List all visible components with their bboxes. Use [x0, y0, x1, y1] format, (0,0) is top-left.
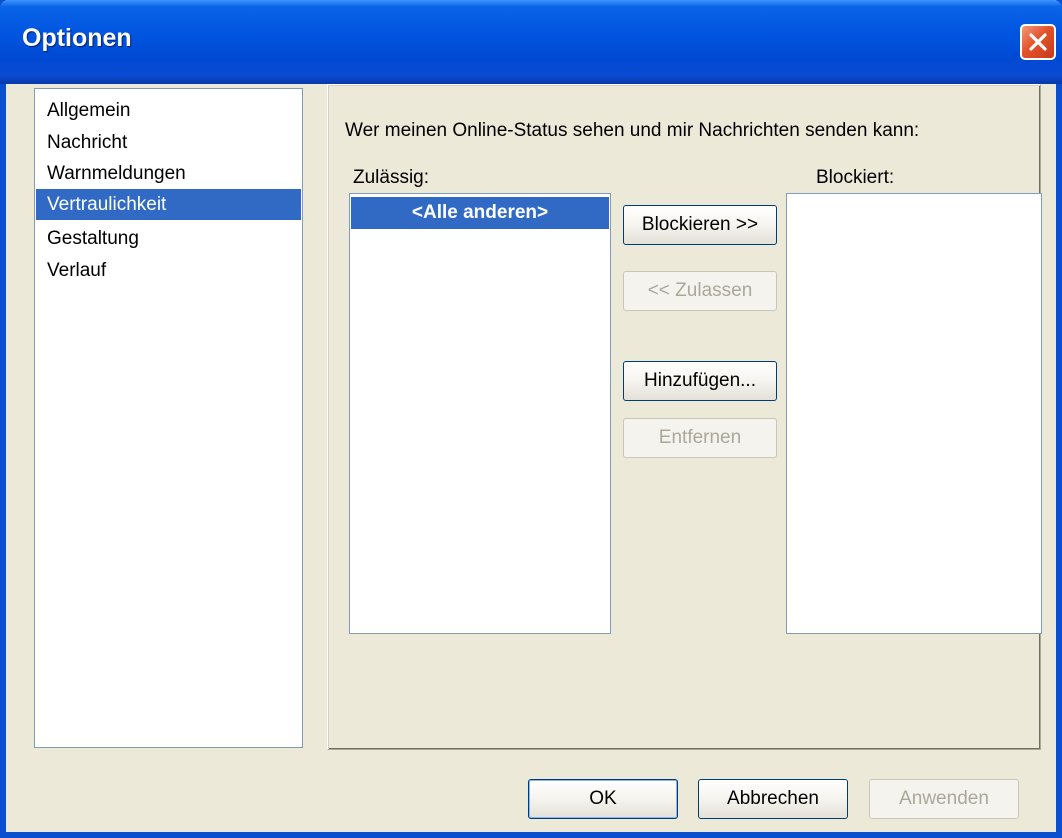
allowed-list-item-all-others[interactable]: <Alle anderen> — [351, 197, 609, 229]
cancel-button[interactable]: Abbrechen — [698, 779, 848, 819]
blocked-label: Blockiert: — [816, 167, 895, 188]
category-list[interactable]: Allgemein Nachricht Warnmeldungen Vertra… — [34, 88, 303, 748]
window-title: Optionen — [22, 24, 132, 52]
nav-item-gestaltung[interactable]: Gestaltung — [36, 223, 301, 254]
allow-button[interactable]: << Zulassen — [623, 271, 777, 311]
allowed-list[interactable]: <Alle anderen> — [349, 193, 611, 634]
add-button[interactable]: Hinzufügen... — [623, 361, 777, 401]
remove-button[interactable]: Entfernen — [623, 418, 777, 458]
close-icon — [1029, 33, 1047, 51]
block-button[interactable]: Blockieren >> — [623, 205, 777, 245]
allowed-label: Zulässig: — [353, 167, 430, 188]
close-button[interactable] — [1020, 24, 1056, 60]
blocked-list[interactable] — [786, 193, 1042, 634]
nav-item-nachricht[interactable]: Nachricht — [36, 127, 301, 158]
privacy-heading: Wer meinen Online-Status sehen und mir N… — [345, 120, 920, 141]
nav-item-vertraulichkeit[interactable]: Vertraulichkeit — [36, 189, 301, 220]
title-bar[interactable]: Optionen — [0, 0, 1062, 84]
nav-item-allgemein[interactable]: Allgemein — [36, 95, 301, 126]
nav-item-verlauf[interactable]: Verlauf — [36, 255, 301, 286]
ok-button[interactable]: OK — [528, 779, 678, 819]
nav-item-warnmeldungen[interactable]: Warnmeldungen — [36, 158, 301, 189]
apply-button[interactable]: Anwenden — [869, 779, 1019, 819]
